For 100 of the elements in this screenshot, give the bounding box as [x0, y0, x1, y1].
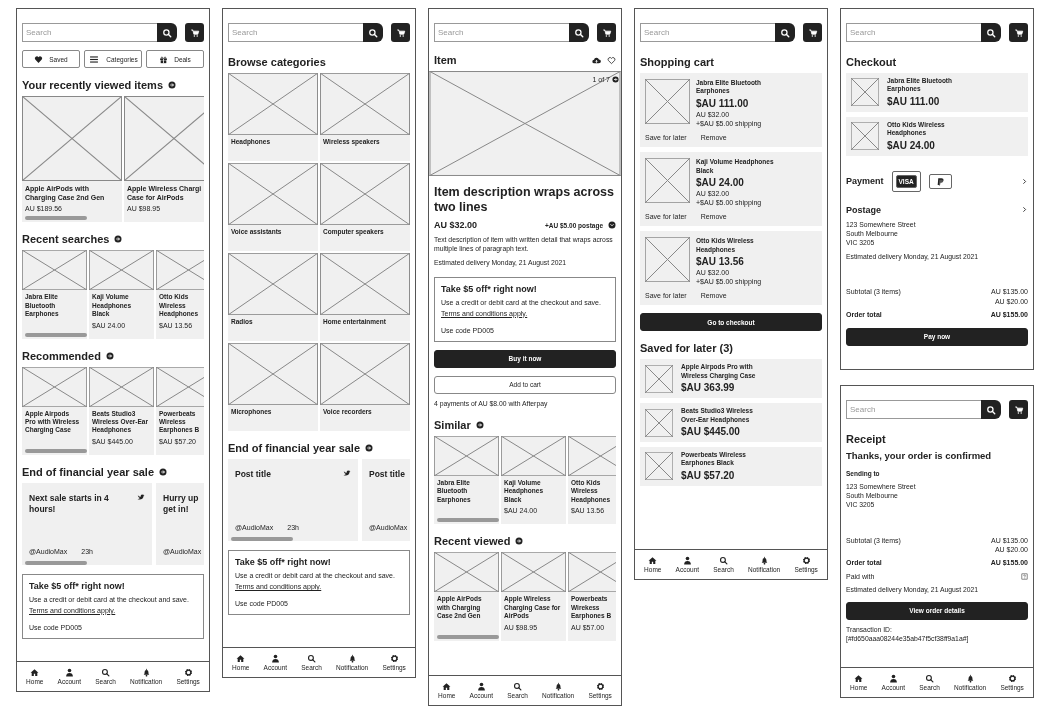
- scrollbar[interactable]: [437, 518, 499, 523]
- section-heading: Your recently viewed items: [22, 79, 164, 91]
- item-price: AU $32.00: [434, 220, 478, 230]
- section-heading: Similar: [434, 418, 471, 431]
- search-button[interactable]: [363, 23, 383, 42]
- arrow-circle-icon[interactable]: [168, 81, 177, 89]
- arrow-circle-icon[interactable]: [612, 76, 619, 83]
- section-heading: Browse categories: [228, 56, 326, 68]
- scrollbar[interactable]: [437, 634, 499, 639]
- search-button[interactable]: [157, 23, 177, 42]
- account-icon: [270, 654, 280, 663]
- settings-icon: [595, 682, 605, 691]
- section-heading: Recent viewed: [434, 535, 511, 548]
- cloud-upload-icon[interactable]: [592, 55, 601, 65]
- image-placeholder: [568, 435, 616, 476]
- arrow-circle-icon[interactable]: [105, 351, 114, 360]
- section-heading: Recommended: [22, 349, 101, 362]
- account-icon: [64, 668, 74, 677]
- chevron-down-icon[interactable]: [608, 221, 616, 229]
- arrow-circle-icon[interactable]: [515, 537, 524, 546]
- image-placeholder: [645, 364, 673, 393]
- promo-title: Take $5 off* right now!: [29, 580, 126, 591]
- home-icon: [236, 654, 246, 663]
- account-icon: [476, 682, 486, 691]
- cart-button[interactable]: [185, 23, 204, 42]
- search-field[interactable]: Search: [434, 23, 569, 42]
- image-placeholder: [645, 79, 690, 124]
- post-title: Post title: [235, 469, 271, 481]
- search-icon: [986, 27, 996, 38]
- scrollbar[interactable]: [25, 332, 87, 337]
- account-icon: [888, 674, 898, 683]
- image-placeholder: [645, 452, 673, 481]
- image-placeholder: [89, 250, 154, 291]
- search-field[interactable]: Search: [228, 23, 363, 42]
- image-placeholder: [568, 552, 616, 593]
- post-title: Hurry up get in!: [163, 492, 199, 515]
- image-placeholder: [851, 122, 879, 151]
- search-icon: [368, 27, 378, 38]
- image-placeholder: [156, 250, 204, 291]
- chevron-right-icon[interactable]: [1021, 177, 1028, 185]
- settings-icon: [801, 556, 811, 565]
- cart-icon: [807, 27, 818, 38]
- cart-icon: [395, 27, 406, 38]
- search-button[interactable]: [981, 23, 1001, 42]
- home-icon: [854, 674, 864, 683]
- home-icon: [30, 668, 40, 677]
- image-placeholder: [645, 237, 690, 283]
- image-placeholder: [501, 435, 566, 476]
- search-field[interactable]: Search: [846, 23, 981, 42]
- search-icon: [307, 654, 317, 663]
- cart-button[interactable]: [597, 23, 616, 42]
- item-title: Item description wraps across two lines: [434, 185, 615, 215]
- wallet-option-button[interactable]: [928, 173, 952, 189]
- post-title: Post title: [369, 469, 405, 481]
- search-icon: [574, 27, 584, 38]
- bell-icon: [759, 556, 769, 565]
- product-price: $AU 24.00: [887, 139, 936, 151]
- arrow-circle-icon[interactable]: [365, 444, 374, 452]
- search-icon: [162, 27, 172, 38]
- image-placeholder: [645, 158, 690, 204]
- arrow-circle-icon[interactable]: [475, 420, 484, 429]
- search-field[interactable]: Search: [640, 23, 775, 42]
- account-icon: [682, 556, 692, 565]
- image-placeholder: [22, 250, 87, 291]
- search-button[interactable]: [569, 23, 589, 42]
- payment-label: Payment: [846, 176, 884, 187]
- scrollbar[interactable]: [25, 216, 87, 221]
- settings-icon: [183, 668, 193, 677]
- search-field[interactable]: Search: [846, 400, 981, 419]
- cart-button[interactable]: [391, 23, 410, 42]
- cart-button[interactable]: [803, 23, 822, 42]
- product-price: $AU 111.00: [696, 97, 750, 109]
- cart-button[interactable]: [1009, 400, 1028, 419]
- confirmation-heading: Thanks, your order is confirmed: [846, 450, 993, 461]
- image-placeholder: [22, 366, 87, 407]
- scrollbar[interactable]: [25, 448, 87, 453]
- scrollbar[interactable]: [231, 537, 293, 541]
- arrow-circle-icon[interactable]: [114, 235, 123, 244]
- search-icon: [925, 674, 935, 683]
- chevron-right-icon[interactable]: [1021, 206, 1028, 214]
- product-price: $AU 363.99: [681, 382, 736, 394]
- search-icon: [719, 556, 729, 565]
- bell-icon: [347, 654, 357, 663]
- search-icon: [986, 404, 996, 415]
- post-title: Next sale starts in 4 hours!: [29, 492, 109, 515]
- search-icon: [101, 668, 111, 677]
- promo-title: Take $5 off* right now!: [441, 283, 538, 294]
- search-button[interactable]: [981, 400, 1001, 419]
- settings-icon: [1007, 674, 1017, 683]
- product-price: $AU 13.56: [696, 256, 745, 267]
- section-label: Postage: [846, 204, 881, 215]
- search-field[interactable]: Search: [22, 23, 157, 42]
- scrollbar[interactable]: [25, 560, 87, 565]
- heart-icon[interactable]: [607, 55, 616, 65]
- bell-icon: [553, 682, 563, 691]
- search-button[interactable]: [775, 23, 795, 42]
- arrow-circle-icon[interactable]: [159, 467, 168, 476]
- cart-button[interactable]: [1009, 23, 1028, 42]
- product-price: $AU 24.00: [696, 176, 745, 188]
- home-icon: [442, 682, 452, 691]
